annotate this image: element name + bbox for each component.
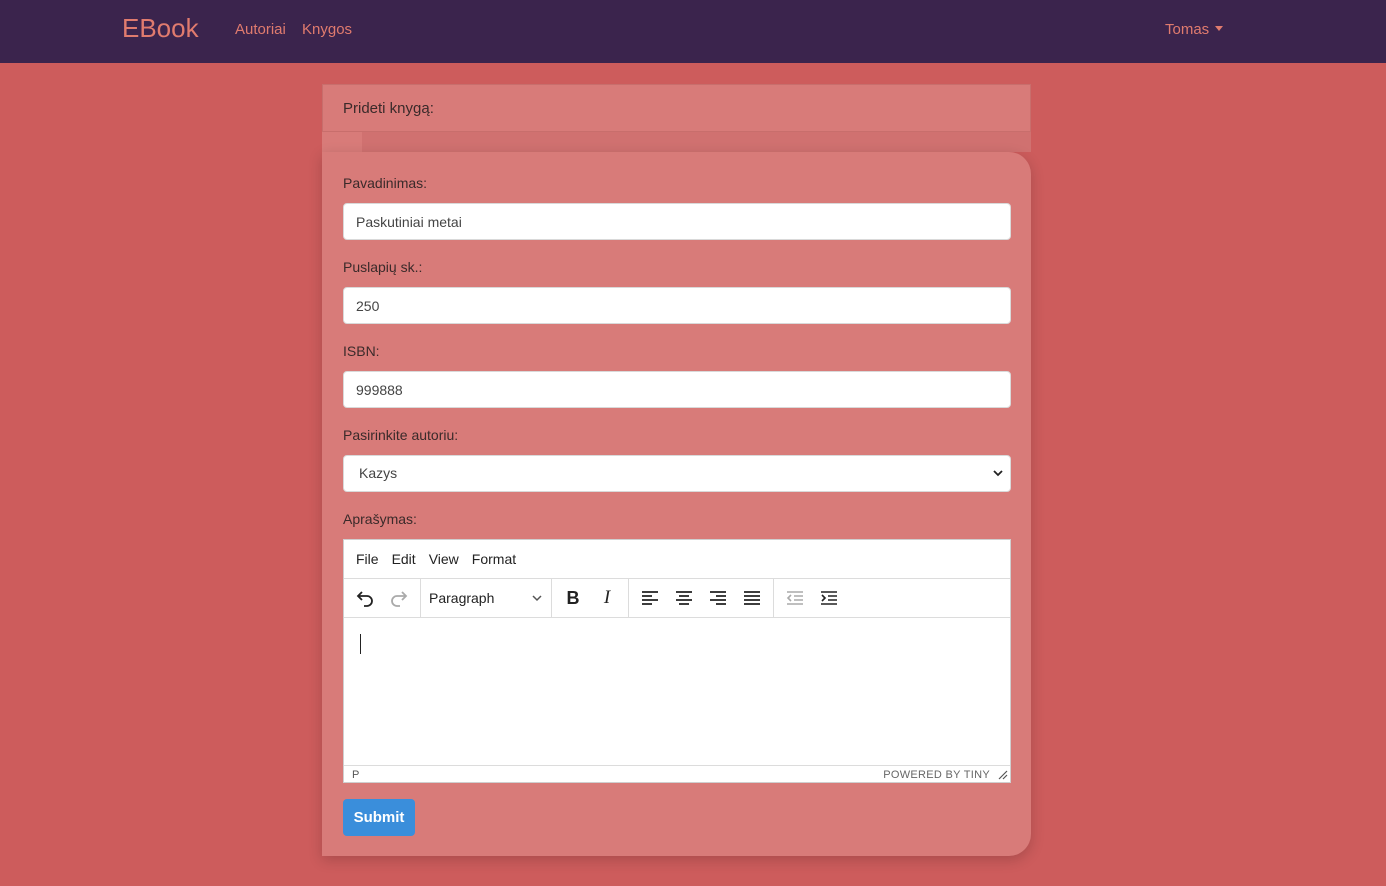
title-label: Pavadinimas: <box>343 175 428 191</box>
rich-text-editor: File Edit View Format Paragraph B I P PO… <box>343 539 1011 783</box>
align-right-icon[interactable] <box>701 583 735 613</box>
block-format-group: Paragraph <box>421 579 552 617</box>
menu-format[interactable]: Format <box>472 551 516 567</box>
card-divider <box>322 132 1031 152</box>
indent-group <box>774 579 850 617</box>
caret-down-icon <box>1215 26 1224 31</box>
isbn-input[interactable] <box>343 371 1011 408</box>
author-label: Pasirinkite autoriu: <box>343 427 459 443</box>
user-name: Tomas <box>1165 21 1210 38</box>
title-input[interactable] <box>343 203 1011 240</box>
card-header: Prideti knygą: <box>322 84 1031 132</box>
text-style-group: B I <box>552 579 629 617</box>
chevron-down-icon <box>992 467 1004 479</box>
user-menu-dropdown[interactable]: Tomas <box>1165 21 1224 38</box>
menu-view[interactable]: View <box>429 551 459 567</box>
editor-content-area[interactable] <box>344 618 1010 765</box>
resize-handle-icon[interactable] <box>998 770 1008 780</box>
isbn-label: ISBN: <box>343 343 380 359</box>
editor-toolbar: Paragraph B I <box>344 579 1010 618</box>
history-group <box>344 579 421 617</box>
editor-statusbar: P POWERED BY TINY <box>344 765 1010 783</box>
undo-icon[interactable] <box>348 583 382 613</box>
alignment-group <box>629 579 774 617</box>
pages-label: Puslapių sk.: <box>343 259 423 275</box>
block-format-select[interactable]: Paragraph <box>421 590 551 606</box>
chevron-down-icon <box>531 592 543 604</box>
align-center-icon[interactable] <box>667 583 701 613</box>
element-path[interactable]: P <box>352 769 359 781</box>
menu-file[interactable]: File <box>356 551 379 567</box>
align-left-icon[interactable] <box>633 583 667 613</box>
bold-icon[interactable]: B <box>556 583 590 613</box>
nav-link-knygos[interactable]: Knygos <box>302 21 352 38</box>
brand-logo[interactable]: EBook <box>122 13 199 44</box>
text-cursor <box>360 634 361 654</box>
outdent-icon[interactable] <box>778 583 812 613</box>
submit-button[interactable]: Submit <box>343 799 415 836</box>
nav-link-autoriai[interactable]: Autoriai <box>235 21 286 38</box>
menu-edit[interactable]: Edit <box>392 551 416 567</box>
description-label: Aprašymas: <box>343 511 417 527</box>
redo-icon[interactable] <box>382 583 416 613</box>
italic-icon[interactable]: I <box>590 583 624 613</box>
author-selected-value: Kazys <box>359 465 398 481</box>
navbar: EBook Autoriai Knygos Tomas <box>0 0 1386 63</box>
indent-icon[interactable] <box>812 583 846 613</box>
editor-menubar: File Edit View Format <box>344 540 1010 579</box>
block-format-value: Paragraph <box>429 590 495 606</box>
author-select[interactable]: Kazys <box>343 455 1011 492</box>
pages-input[interactable] <box>343 287 1011 324</box>
align-justify-icon[interactable] <box>735 583 769 613</box>
tiny-branding-link[interactable]: POWERED BY TINY <box>883 769 990 781</box>
